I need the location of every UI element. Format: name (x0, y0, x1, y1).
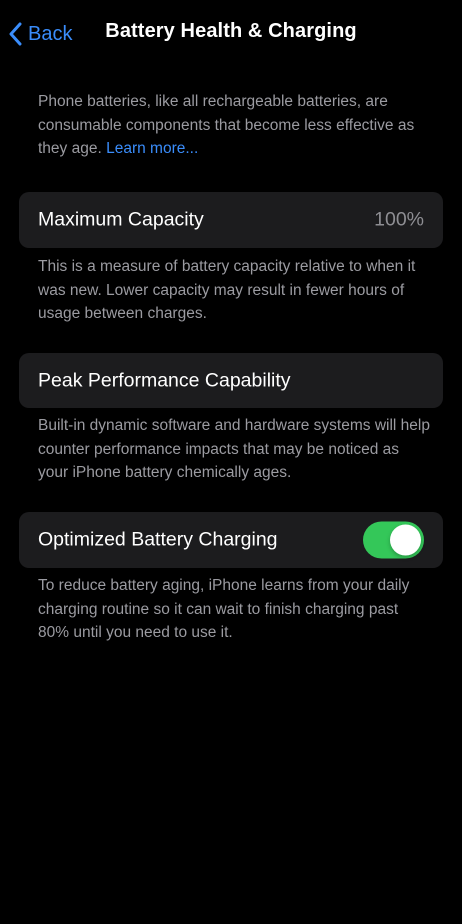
peak-performance-footnote: Built-in dynamic software and hardware s… (38, 417, 430, 481)
optimized-charging-toggle[interactable] (363, 521, 424, 559)
maximum-capacity-row: Maximum Capacity 100% (19, 192, 443, 248)
optimized-charging-footnote: To reduce battery aging, iPhone learns f… (38, 577, 410, 641)
intro-description: Phone batteries, like all rechargeable b… (38, 90, 430, 161)
peak-performance-label: Peak Performance Capability (38, 369, 291, 391)
maximum-capacity-label: Maximum Capacity (38, 208, 204, 231)
page-title: Battery Health & Charging (105, 20, 357, 42)
toggle-knob (390, 524, 421, 556)
maximum-capacity-footnote: This is a measure of battery capacity re… (38, 258, 416, 322)
optimized-charging-row: Optimized Battery Charging (19, 512, 443, 568)
maximum-capacity-value: 100% (374, 208, 424, 231)
navigation-bar: Back Battery Health & Charging (0, 0, 462, 68)
learn-more-link[interactable]: Learn more... (106, 140, 198, 157)
intro-text: Phone batteries, like all rechargeable b… (38, 93, 415, 157)
optimized-charging-label: Optimized Battery Charging (38, 528, 278, 551)
peak-performance-row[interactable]: Peak Performance Capability (19, 353, 443, 408)
